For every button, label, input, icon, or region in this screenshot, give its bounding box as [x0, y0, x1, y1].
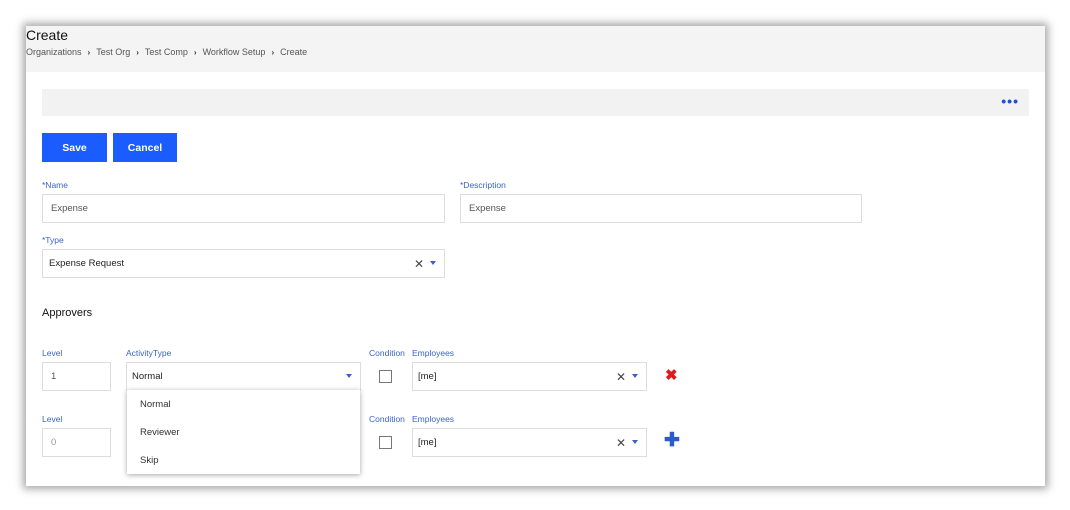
level-value: 1 — [51, 371, 57, 382]
dropdown-option-reviewer[interactable]: Reviewer — [140, 427, 180, 438]
activity-type-select[interactable]: Normal — [126, 362, 361, 391]
description-label: *Description — [460, 180, 506, 190]
level-input[interactable]: 1 — [42, 362, 111, 391]
cancel-button[interactable]: Cancel — [113, 133, 177, 162]
toolbar-strip: ••• — [42, 89, 1029, 116]
app-window: Create Organizations › Test Org › Test C… — [26, 26, 1045, 486]
chevron-right-icon: › — [87, 47, 91, 57]
employees-value: [me] — [418, 437, 437, 448]
breadcrumb-test-comp[interactable]: Test Comp — [145, 47, 188, 57]
employees-label: Employees — [412, 414, 455, 424]
type-label: *Type — [42, 235, 64, 245]
approvers-title: Approvers — [42, 307, 93, 319]
level-input[interactable]: 0 — [42, 428, 111, 457]
dropdown-option-skip[interactable]: Skip — [140, 455, 158, 466]
activity-type-label: ActivityType — [126, 348, 172, 358]
description-value: Expense — [469, 203, 506, 214]
employees-value: [me] — [418, 371, 437, 382]
page-header: Create Organizations › Test Org › Test C… — [26, 26, 1045, 72]
condition-label: Condition — [369, 348, 405, 358]
employees-select[interactable]: [me] ✕ — [412, 362, 647, 391]
name-input[interactable]: Expense — [42, 194, 445, 223]
page-title: Create — [26, 27, 69, 43]
add-icon[interactable]: ✚ — [664, 431, 680, 450]
chevron-right-icon: › — [193, 47, 197, 57]
condition-checkbox[interactable] — [379, 370, 392, 383]
description-input[interactable]: Expense — [460, 194, 862, 223]
employees-select[interactable]: [me] ✕ — [412, 428, 647, 457]
caret-down-icon[interactable] — [346, 373, 352, 378]
breadcrumb-organizations[interactable]: Organizations — [26, 47, 82, 57]
activity-type-value: Normal — [132, 371, 163, 382]
type-select[interactable]: Expense Request ✕ — [42, 249, 445, 278]
name-value: Expense — [51, 203, 88, 214]
name-label: *Name — [42, 180, 68, 190]
employees-label: Employees — [412, 348, 455, 358]
clear-icon[interactable]: ✕ — [414, 258, 424, 270]
condition-label: Condition — [369, 414, 405, 424]
breadcrumb-workflow-setup[interactable]: Workflow Setup — [203, 47, 266, 57]
clear-icon[interactable]: ✕ — [616, 437, 626, 449]
clear-icon[interactable]: ✕ — [616, 371, 626, 383]
condition-checkbox[interactable] — [379, 436, 392, 449]
level-label: Level — [42, 414, 63, 424]
dropdown-option-normal[interactable]: Normal — [140, 399, 171, 410]
level-value: 0 — [51, 437, 57, 448]
breadcrumb-test-org[interactable]: Test Org — [96, 47, 130, 57]
caret-down-icon[interactable] — [632, 373, 638, 378]
chevron-right-icon: › — [271, 47, 275, 57]
activity-type-dropdown: Normal Reviewer Skip — [127, 390, 360, 474]
level-label: Level — [42, 348, 63, 358]
more-dots-icon[interactable]: ••• — [1001, 92, 1019, 110]
caret-down-icon[interactable] — [632, 439, 638, 444]
breadcrumb-create: Create — [280, 47, 308, 57]
remove-icon[interactable]: ✖ — [665, 368, 678, 383]
breadcrumb: Organizations › Test Org › Test Comp › W… — [26, 47, 307, 57]
save-button[interactable]: Save — [42, 133, 107, 162]
type-value: Expense Request — [49, 258, 124, 269]
caret-down-icon[interactable] — [430, 260, 436, 265]
chevron-right-icon: › — [136, 47, 139, 57]
